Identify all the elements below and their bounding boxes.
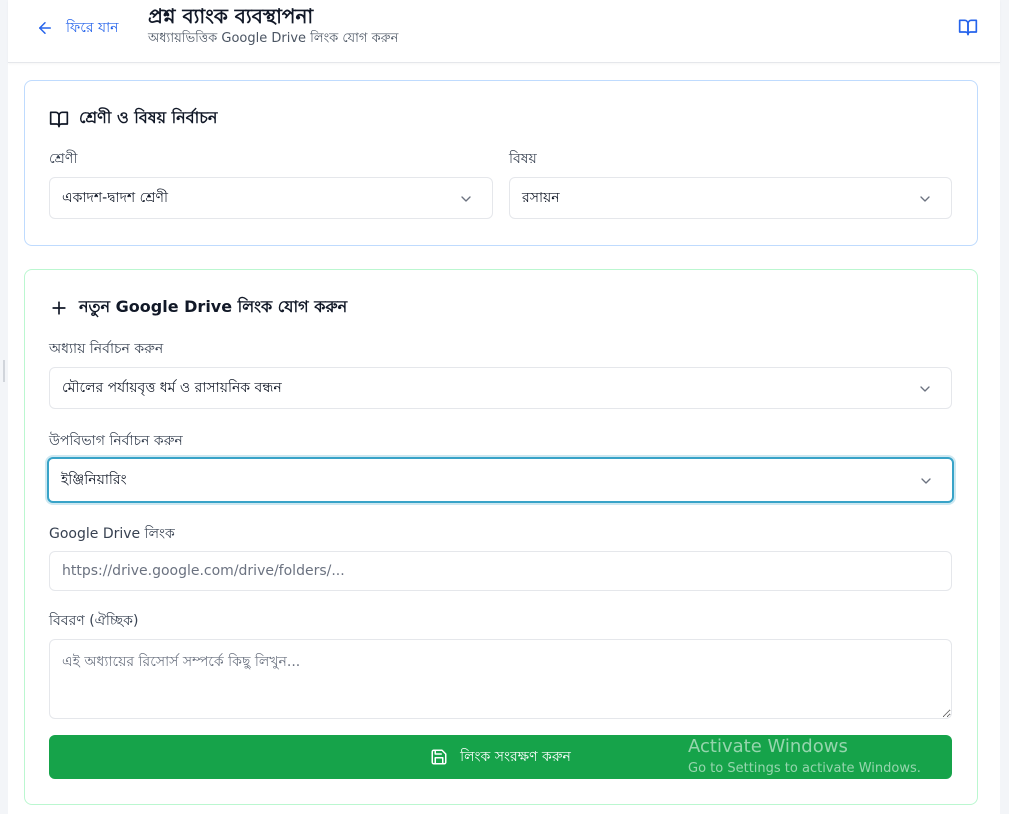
chevron-down-icon — [461, 196, 471, 202]
link-card-header: নতুন Google Drive লিংক যোগ করুন — [49, 294, 347, 321]
class-select-value: একাদশ-দ্বাদশ শ্রেণী — [62, 190, 168, 206]
description-textarea[interactable] — [49, 639, 952, 719]
chevron-down-icon — [921, 478, 931, 484]
save-icon — [431, 749, 447, 765]
description-label: বিবরণ (ঐচ্ছিক) — [49, 613, 139, 629]
page-title: প্রশ্ন ব্যাংক ব্যবস্থাপনা — [148, 4, 314, 28]
subject-select-value: রসায়ন — [522, 190, 560, 206]
page: ফিরে যান প্রশ্ন ব্যাংক ব্যবস্থাপনা অধ্যা… — [8, 0, 1000, 814]
chapter-label: অধ্যায় নির্বাচন করুন — [49, 341, 164, 357]
subsection-select-value: ইঞ্জিনিয়ারিং — [61, 472, 127, 488]
drive-link-input[interactable] — [49, 551, 952, 591]
save-link-button[interactable]: লিংক সংরক্ষণ করুন — [49, 735, 952, 779]
back-label: ফিরে যান — [66, 20, 119, 36]
link-card: নতুন Google Drive লিংক যোগ করুন অধ্যায় … — [24, 269, 978, 805]
resize-handle[interactable] — [3, 360, 5, 382]
subsection-select[interactable]: ইঞ্জিনিয়ারিং — [47, 457, 954, 503]
class-label: শ্রেণী — [49, 151, 78, 167]
page-subtitle: অধ্যায়ভিত্তিক Google Drive লিংক যোগ করু… — [148, 31, 399, 46]
link-card-title: নতুন Google Drive লিংক যোগ করুন — [79, 297, 348, 316]
subject-label: বিষয় — [509, 151, 537, 167]
class-select[interactable]: একাদশ-দ্বাদশ শ্রেণী — [49, 177, 493, 219]
subsection-label: উপবিভাগ নির্বাচন করুন — [49, 433, 183, 449]
chevron-down-icon — [920, 386, 930, 392]
chapter-select[interactable]: মৌলের পর্যায়বৃত্ত ধর্ম ও রাসায়নিক বন্ধ… — [49, 367, 952, 409]
book-open-icon[interactable] — [958, 17, 978, 37]
top-header: ফিরে যান প্রশ্ন ব্যাংক ব্যবস্থাপনা অধ্যা… — [8, 0, 1000, 63]
selection-card-header: শ্রেণী ও বিষয় নির্বাচন — [49, 105, 217, 132]
back-button[interactable]: ফিরে যান — [36, 16, 119, 40]
plus-icon — [52, 300, 66, 315]
title-block: প্রশ্ন ব্যাংক ব্যবস্থাপনা অধ্যায়ভিত্তিক… — [148, 2, 398, 48]
drive-link-label: Google Drive লিংক — [49, 526, 175, 542]
chapter-select-value: মৌলের পর্যায়বৃত্ত ধর্ম ও রাসায়নিক বন্ধ… — [62, 380, 282, 396]
chevron-down-icon — [920, 196, 930, 202]
selection-card: শ্রেণী ও বিষয় নির্বাচন শ্রেণী একাদশ-দ্ব… — [24, 80, 978, 246]
subject-select[interactable]: রসায়ন — [509, 177, 952, 219]
arrow-left-icon — [39, 22, 51, 34]
selection-card-title: শ্রেণী ও বিষয় নির্বাচন — [79, 108, 218, 127]
save-link-label: লিংক সংরক্ষণ করুন — [460, 749, 571, 765]
book-open-icon — [49, 111, 69, 127]
